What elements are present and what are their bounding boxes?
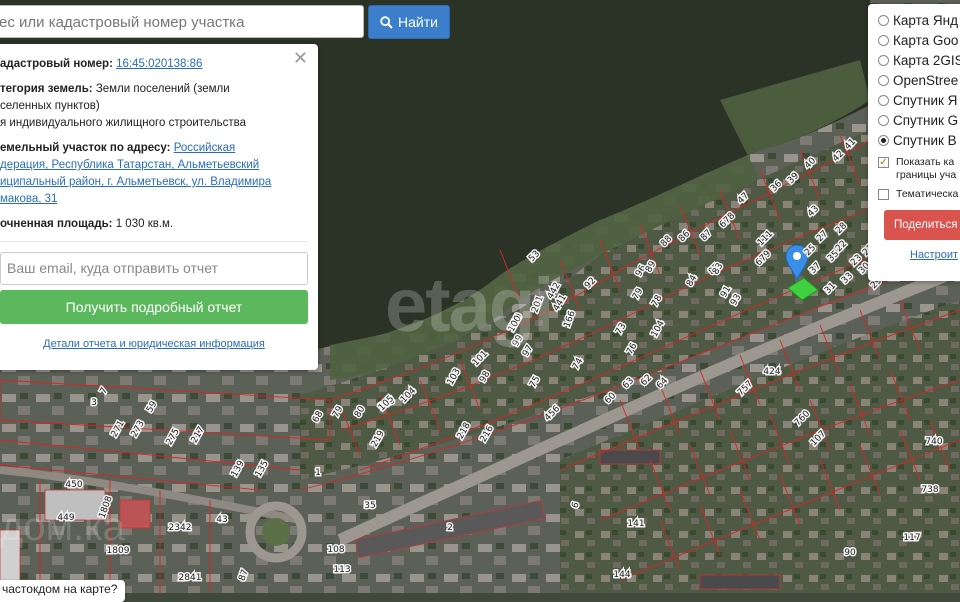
cadastral-number-row: адастровый номер: 16:45:020138:86 [0, 56, 306, 73]
layer-option-label: OpenStree [893, 72, 959, 88]
search-button[interactable]: Найти [368, 5, 450, 39]
show-boundaries-option[interactable]: ✓ Показать ка границы уча [878, 156, 960, 182]
address-link-line2[interactable]: дерация, Республика Татарстан, Альметьев… [0, 159, 259, 171]
settings-link[interactable]: Настроит [910, 249, 958, 261]
area-row: очненная площадь: 1 030 кв.м. [0, 216, 306, 233]
map-layers-panel: Карта Янд Карта Goo Карта 2GIS OpenStree Спу… [868, 4, 960, 281]
address-label: емельный участок по адресу: [0, 142, 171, 154]
plot-number-label[interactable]: 117 [902, 532, 922, 545]
layer-options: Карта Янд Карта Goo Карта 2GIS OpenStree Спу… [878, 10, 960, 150]
layer-option[interactable]: Спутник Я [878, 90, 960, 110]
watermark: etagi [385, 263, 554, 348]
close-icon[interactable]: ✕ [293, 49, 308, 67]
show-boundaries-label: Показать ка [896, 156, 955, 168]
divider [0, 241, 308, 242]
search-button-label: Найти [398, 14, 438, 30]
layer-option-label: Спутник B [893, 132, 957, 148]
radio-button[interactable] [878, 114, 889, 126]
land-category-line3: я индивидуального жилищного строительств… [0, 117, 247, 129]
layer-option[interactable]: Карта 2GIS [878, 50, 960, 70]
plot-number-label[interactable]: 90 [843, 547, 858, 560]
layer-option-label: Карта Янд [893, 12, 958, 28]
layer-option-label: Карта Goo [893, 32, 959, 48]
radio-button[interactable] [878, 34, 889, 46]
plot-number-label[interactable]: 1 [314, 467, 323, 480]
plot-number-label[interactable]: 424 [762, 366, 782, 379]
email-field[interactable]: Ваш email, куда отправить отчет [0, 252, 308, 285]
plot-number-label[interactable]: 108 [326, 544, 346, 557]
address-link[interactable]: Российская [174, 142, 236, 154]
area-value: 1 030 кв.м. [115, 218, 174, 230]
watermark-secondary: дом.ка [0, 505, 125, 549]
layer-option-label: Карта 2GIS [893, 52, 960, 68]
plot-number-label[interactable]: 738 [920, 484, 940, 497]
parcel-info-panel: ✕ адастровый номер: 16:45:020138:86 тего… [0, 44, 318, 370]
plot-number-label[interactable]: 740 [924, 436, 944, 449]
layer-option[interactable]: Карта Goo [878, 30, 960, 50]
apartment-block [699, 574, 781, 590]
address-link-line3[interactable]: иципальный район, г. Альметьевск, ул. Вл… [0, 176, 271, 188]
radio-button[interactable] [878, 94, 889, 106]
plot-number-label[interactable]: 2 [446, 522, 455, 535]
plot-number-label[interactable]: 450 [64, 479, 84, 492]
cadastral-number-link[interactable]: 16:45:020138:86 [116, 58, 202, 70]
plot-number-label[interactable]: 113 [332, 564, 352, 577]
layer-option-label: Спутник G [893, 112, 959, 128]
get-report-button[interactable]: Получить подробный отчет [0, 290, 308, 324]
thematic-option[interactable]: Тематическа [878, 188, 960, 201]
search-input[interactable]: ес или кадастровый номер участка [0, 5, 364, 38]
plot-number-label[interactable]: 35 [363, 500, 377, 513]
show-boundaries-checkbox[interactable]: ✓ [878, 157, 889, 168]
layer-option[interactable]: Спутник G [878, 110, 960, 130]
report-details-link[interactable]: Детали отчета и юридическая информация [43, 338, 265, 350]
show-boundaries-label-line2: границы уча [896, 169, 957, 181]
address-link-line4[interactable]: макова, 31 [0, 193, 57, 205]
plot-number-label[interactable]: 3 [90, 397, 99, 410]
radio-button[interactable] [878, 134, 889, 146]
thematic-checkbox[interactable] [878, 189, 889, 200]
radio-button[interactable] [878, 54, 889, 66]
radio-button[interactable] [878, 74, 889, 86]
roundabout-center [262, 518, 290, 546]
land-category-row: тегория земель: Земли поселений (земли с… [0, 81, 306, 132]
plot-number-label[interactable]: 2841 [177, 572, 203, 585]
cadastral-number-label: адастровый номер: [0, 58, 113, 70]
plot-number-label[interactable]: 2342 [167, 522, 193, 535]
area-label: очненная площадь: [0, 218, 113, 230]
plot-number-label[interactable]: 141 [626, 518, 646, 531]
bottom-hint[interactable]: частокдом на карте? [0, 580, 126, 602]
search-icon [380, 15, 393, 29]
address-row: емельный участок по адресу: Российская д… [0, 140, 306, 208]
share-button[interactable]: Поделиться [884, 210, 960, 240]
layer-option[interactable]: Спутник B [878, 130, 960, 150]
layer-option[interactable]: OpenStree [878, 70, 960, 90]
land-category-value: Земли поселений (земли [95, 83, 230, 95]
layer-option-label: Спутник Я [893, 92, 958, 108]
thematic-label: Тематическа [896, 188, 959, 200]
land-category-label: тегория земель: [0, 83, 93, 95]
radio-button[interactable] [878, 14, 889, 26]
plot-number-label[interactable]: 43 [215, 514, 229, 527]
layer-option[interactable]: Карта Янд [878, 10, 960, 30]
land-category-line2: селенных пунктов) [0, 100, 100, 112]
plot-number-label[interactable]: 144 [612, 569, 632, 582]
